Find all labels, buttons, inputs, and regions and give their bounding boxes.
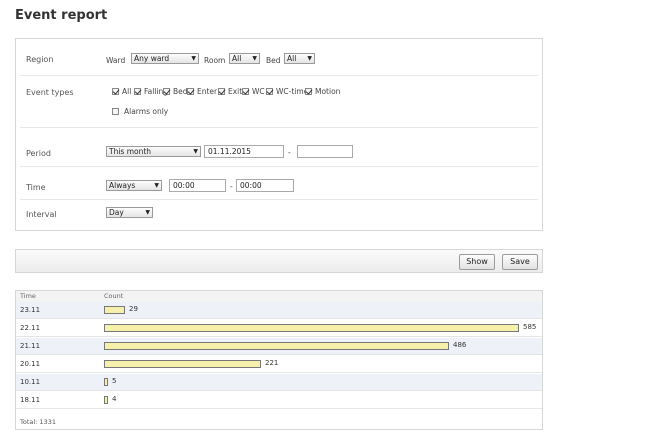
time-from-input[interactable]: 00:00: [169, 179, 226, 192]
ward-select[interactable]: Any ward ▼: [131, 53, 199, 64]
divider: [20, 199, 538, 200]
event-type-checkbox[interactable]: [163, 88, 170, 95]
count-bar: [104, 396, 108, 404]
save-button[interactable]: Save: [502, 254, 538, 270]
interval-select[interactable]: Day ▼: [106, 207, 153, 218]
event-type-label: Enter: [197, 87, 218, 96]
divider: [20, 166, 538, 167]
table-total: Total: 1331: [20, 418, 56, 426]
count-value: 4: [112, 395, 117, 403]
count-value: 486: [453, 341, 467, 349]
chevron-down-icon: ▼: [154, 182, 159, 189]
page: Event report Region Ward Any ward ▼ Room…: [0, 0, 659, 434]
table-row: 18.11 4: [16, 392, 542, 409]
count-bar: [104, 342, 449, 350]
event-type-checkbox[interactable]: [112, 88, 119, 95]
period-label: Period: [26, 149, 51, 158]
table-row: 20.11 221: [16, 356, 542, 373]
table-row: 21.11 486: [16, 338, 542, 355]
time-select-value: Always: [109, 181, 136, 190]
event-type-label: WC-time: [276, 87, 309, 96]
header-time: Time: [20, 292, 36, 300]
row-time: 23.11: [20, 306, 41, 314]
row-time: 10.11: [20, 378, 41, 386]
room-select-value: All: [232, 54, 242, 63]
bed-select[interactable]: All ▼: [284, 53, 315, 64]
alarms-only-checkbox[interactable]: [112, 108, 119, 115]
period-select-value: This month: [109, 147, 152, 156]
period-from-input[interactable]: 01.11.2015: [204, 145, 284, 158]
bed-select-value: All: [287, 54, 297, 63]
count-bar: [104, 360, 261, 368]
table-row: 10.11 5: [16, 374, 542, 391]
count-bar: [104, 324, 519, 332]
interval-label: Interval: [26, 210, 57, 219]
time-dash: -: [230, 182, 233, 191]
action-toolbar: Show Save: [15, 249, 543, 273]
time-label: Time: [26, 183, 46, 192]
room-label: Room: [204, 56, 226, 65]
table-row: 23.11 29: [16, 302, 542, 319]
time-to-input[interactable]: 00:00: [236, 179, 294, 192]
event-type-checkbox[interactable]: [187, 88, 194, 95]
header-count: Count: [104, 292, 124, 300]
period-select[interactable]: This month ▼: [106, 146, 201, 157]
chevron-down-icon: ▼: [252, 55, 257, 62]
event-type-label: All: [122, 87, 132, 96]
count-value: 5: [112, 377, 117, 385]
divider: [20, 127, 538, 128]
event-type-checkbox[interactable]: [266, 88, 273, 95]
row-time: 18.11: [20, 396, 41, 404]
count-value: 221: [265, 359, 279, 367]
divider: [20, 75, 538, 76]
ward-label: Ward: [106, 56, 126, 65]
row-time: 22.11: [20, 324, 41, 332]
report-table: Time Count 23.11 29 22.11 585 21.11 486 20.11 2…: [15, 290, 543, 430]
show-button[interactable]: Show: [459, 254, 495, 270]
event-type-label: WC: [252, 87, 265, 96]
count-value: 585: [523, 323, 537, 331]
chevron-down-icon: ▼: [307, 55, 312, 62]
filter-panel: Region Ward Any ward ▼ Room All ▼ Bed Al…: [15, 38, 543, 231]
chevron-down-icon: ▼: [193, 148, 198, 155]
table-row: 22.11 585: [16, 320, 542, 337]
time-select[interactable]: Always ▼: [106, 180, 162, 191]
count-bar: [104, 306, 125, 314]
event-type-label: Bed: [173, 87, 188, 96]
chevron-down-icon: ▼: [191, 55, 196, 62]
event-type-checkbox[interactable]: [218, 88, 225, 95]
event-type-label: Exit: [228, 87, 243, 96]
room-select[interactable]: All ▼: [229, 53, 260, 64]
period-dash: -: [288, 148, 291, 157]
row-time: 21.11: [20, 342, 41, 350]
ward-select-value: Any ward: [134, 54, 170, 63]
event-type-checkbox[interactable]: [134, 88, 141, 95]
event-type-checkbox[interactable]: [305, 88, 312, 95]
event-types-label: Event types: [26, 88, 74, 97]
count-bar: [104, 378, 108, 386]
event-type-checkbox[interactable]: [242, 88, 249, 95]
count-value: 29: [129, 305, 138, 313]
event-type-label: Motion: [315, 87, 341, 96]
interval-select-value: Day: [109, 208, 124, 217]
bed-label: Bed: [266, 56, 281, 65]
chevron-down-icon: ▼: [145, 209, 150, 216]
alarms-only-label: Alarms only: [124, 107, 169, 116]
period-to-input[interactable]: [297, 145, 353, 158]
row-time: 20.11: [20, 360, 41, 368]
region-label: Region: [26, 55, 54, 64]
page-title: Event report: [15, 8, 108, 23]
